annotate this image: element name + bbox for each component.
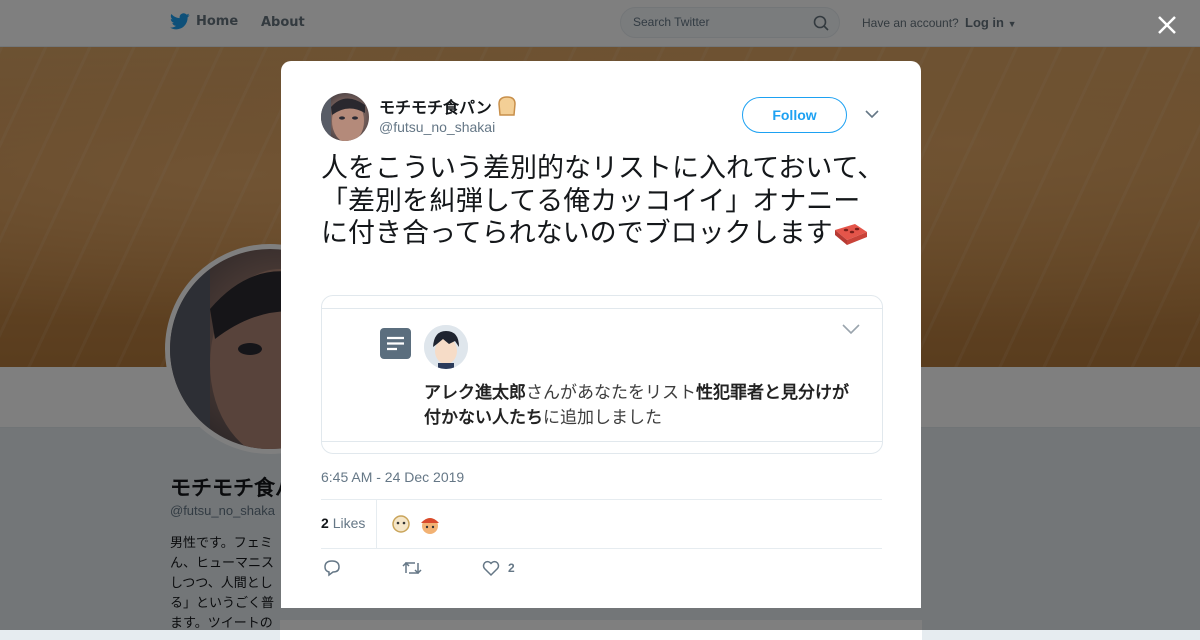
bread-emoji xyxy=(498,96,516,116)
list-icon xyxy=(380,328,411,359)
chevron-down-icon xyxy=(842,324,860,335)
retweet-button[interactable] xyxy=(402,559,422,577)
liker-avatar[interactable] xyxy=(389,512,413,536)
tweet-actions: 2 xyxy=(321,557,881,581)
close-icon xyxy=(1158,16,1176,34)
list-middle-text: さんがあなたをリスト xyxy=(526,383,696,403)
liker-avatar-icon xyxy=(418,512,442,536)
brick-emoji xyxy=(833,220,869,255)
liker-avatar[interactable] xyxy=(418,512,442,536)
author-name-text: モチモチ食パン xyxy=(379,98,492,117)
close-button[interactable] xyxy=(1152,10,1182,40)
list-suffix-text: に追加しました xyxy=(543,408,662,428)
list-user-name: アレク進太郎 xyxy=(424,383,526,403)
like-count: 2 xyxy=(508,561,515,575)
list-owner-avatar xyxy=(424,325,468,369)
chevron-down-icon[interactable] xyxy=(865,109,879,119)
tweet-text: 人をこういう差別的なリストに入れておいて、「差別を糾弾してる俺カッコイイ」オナニ… xyxy=(321,153,886,255)
divider xyxy=(376,500,377,548)
retweet-icon xyxy=(402,561,422,575)
reply-button[interactable] xyxy=(323,559,341,577)
tweet-timestamp[interactable]: 6:45 AM - 24 Dec 2019 xyxy=(321,469,464,485)
reply-icon xyxy=(324,560,340,577)
likes-summary: 2 Likes xyxy=(321,499,882,549)
tweet-modal: モチモチ食パン @futsu_no_shakai Follow 人をこういう差別… xyxy=(281,61,921,608)
face-photo-icon xyxy=(321,93,365,141)
author-avatar[interactable] xyxy=(321,93,369,141)
liker-avatar-icon xyxy=(389,512,413,536)
embedded-image-card[interactable]: アレク進太郎さんがあなたをリスト性犯罪者と見分けが付かない人たちに追加しました xyxy=(321,295,883,454)
heart-icon xyxy=(482,560,500,577)
tweet-text-body: 人をこういう差別的なリストに入れておいて、「差別を糾弾してる俺カッコイイ」オナニ… xyxy=(321,153,885,249)
author-handle[interactable]: @futsu_no_shakai xyxy=(379,119,495,135)
likes-count-number: 2 xyxy=(321,515,329,531)
likes-count-label: Likes xyxy=(332,515,366,531)
follow-button[interactable]: Follow xyxy=(742,97,847,133)
list-notification: アレク進太郎さんがあなたをリスト性犯罪者と見分けが付かない人たちに追加しました xyxy=(322,308,882,442)
author-name[interactable]: モチモチ食パン xyxy=(379,94,518,118)
like-button[interactable]: 2 xyxy=(482,559,515,577)
list-notification-text: アレク進太郎さんがあなたをリスト性犯罪者と見分けが付かない人たちに追加しました xyxy=(424,381,854,431)
anime-avatar-icon xyxy=(424,325,468,369)
likes-count[interactable]: 2 Likes xyxy=(321,515,365,531)
